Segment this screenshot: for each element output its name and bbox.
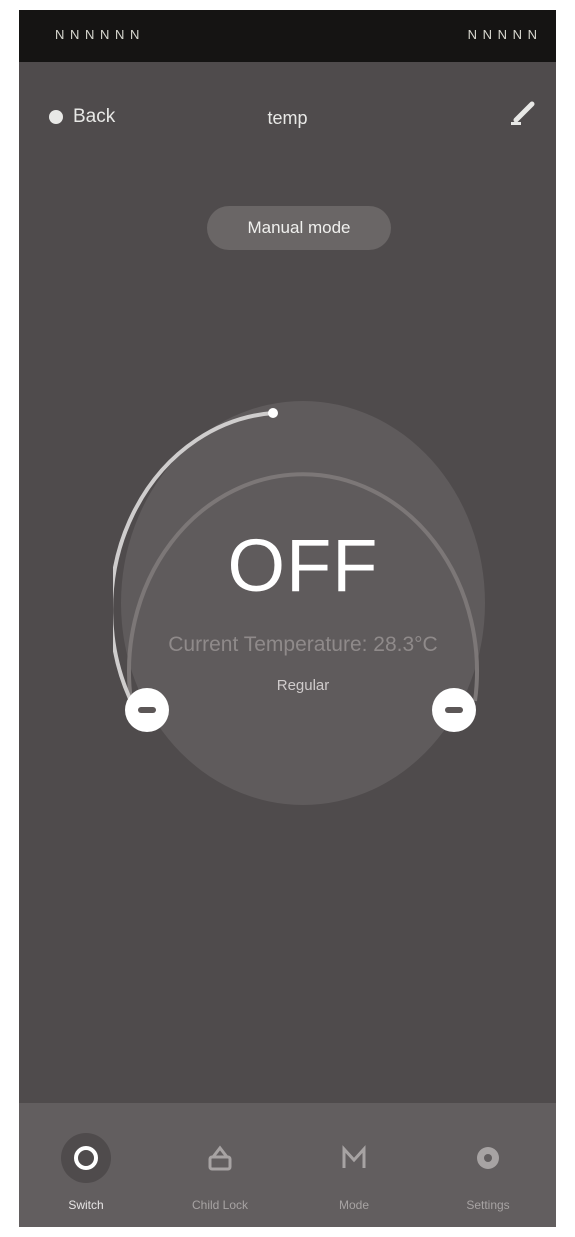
mode-icon — [329, 1133, 379, 1183]
lock-icon — [195, 1133, 245, 1183]
tab-mode[interactable]: Mode — [287, 1103, 421, 1227]
mode-button[interactable]: Manual mode — [207, 206, 391, 250]
status-left: N N N N N N — [55, 27, 141, 42]
status-bar: N N N N N N N N N N N — [19, 10, 556, 62]
tab-label: Child Lock — [191, 1198, 249, 1212]
power-icon — [61, 1133, 111, 1183]
power-state: OFF — [227, 524, 379, 607]
current-temperature: Current Temperature: 28.3°C — [168, 633, 438, 656]
tab-label: Mode — [338, 1198, 370, 1212]
increase-button[interactable] — [432, 688, 476, 732]
tab-settings[interactable]: Settings — [421, 1103, 555, 1227]
gear-icon — [463, 1133, 513, 1183]
tab-child-lock[interactable]: Child Lock — [153, 1103, 287, 1227]
temperature-dial[interactable]: OFF Current Temperature: 28.3°C Regular — [113, 395, 493, 815]
tab-label: Switch — [68, 1198, 104, 1212]
dial-knob — [268, 408, 278, 418]
header: Back temp — [19, 62, 556, 152]
tab-label: Settings — [466, 1198, 510, 1212]
plus-icon — [445, 707, 463, 713]
app-screen: N N N N N N N N N N N Back temp Manual m… — [19, 10, 556, 1227]
page-title: temp — [267, 108, 308, 128]
dial-subtitle: Regular — [276, 677, 330, 694]
tab-bar: Switch Child Lock Mode Settings — [19, 1103, 556, 1227]
pencil-icon[interactable] — [508, 98, 538, 128]
minus-icon — [138, 707, 156, 713]
status-right: N N N N N — [467, 27, 538, 42]
tab-switch[interactable]: Switch — [19, 1103, 153, 1227]
decrease-button[interactable] — [125, 688, 169, 732]
